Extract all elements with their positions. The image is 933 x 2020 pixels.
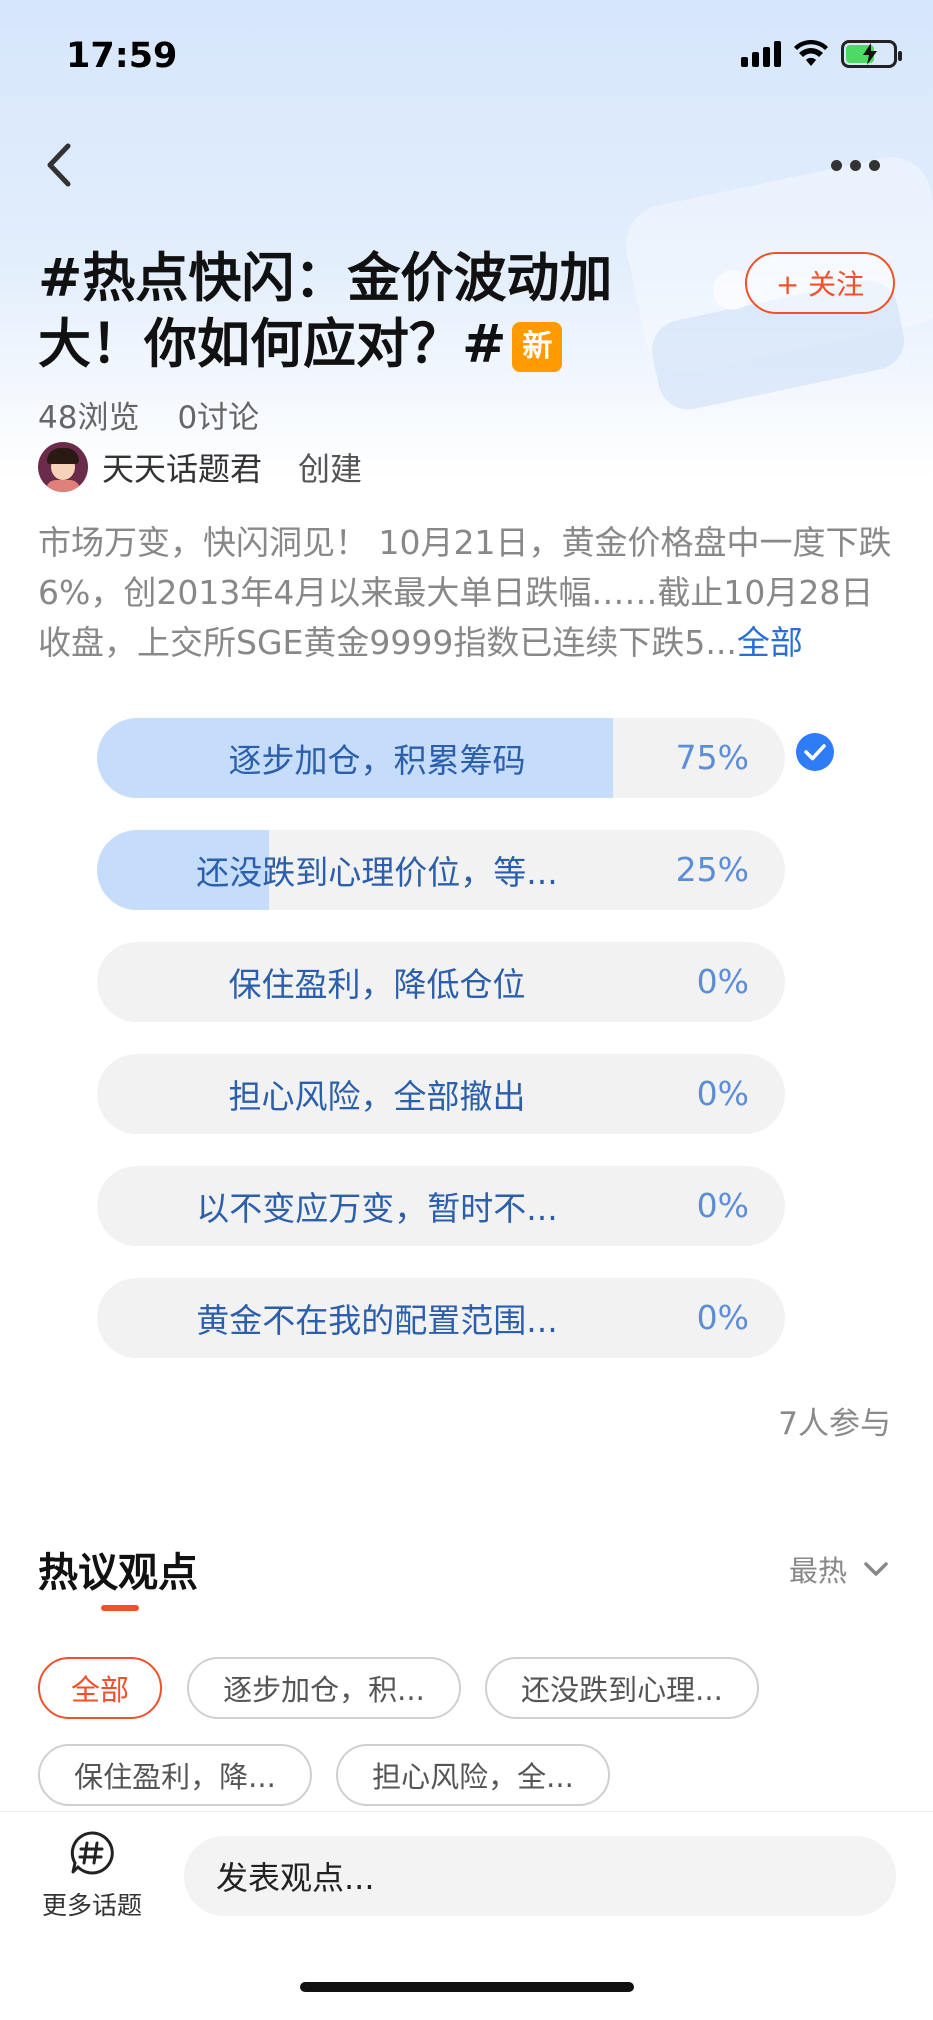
poll-option-label: 担心风险，全部撤出	[228, 1077, 526, 1116]
poll-option-label: 黄金不在我的配置范围...	[196, 1301, 558, 1340]
discussions-count: 0讨论	[177, 400, 260, 436]
chip-option[interactable]: 还没跌到心理...	[485, 1657, 759, 1719]
battery-charging-icon	[841, 40, 902, 68]
poll: 逐步加仓，积累筹码 75% 还没跌到心理价位，等... 25% 保住盈利，降低仓位 0% 担…	[97, 718, 837, 1390]
topic-description: 市场万变，快闪洞见！ 10月21日，黄金价格盘中一度下跌6%，创2013年4月以…	[38, 518, 898, 668]
back-button[interactable]	[40, 140, 80, 190]
sort-label: 最热	[788, 1554, 847, 1588]
poll-option[interactable]: 还没跌到心理价位，等... 25%	[97, 830, 785, 910]
views-count: 48浏览	[38, 400, 140, 436]
poll-option[interactable]: 以不变应万变，暂时不... 0%	[97, 1166, 785, 1246]
chip-option[interactable]: 担心风险，全...	[336, 1744, 610, 1806]
poll-option-label: 以不变应万变，暂时不...	[196, 1189, 558, 1228]
poll-option-label: 保住盈利，降低仓位	[228, 965, 526, 1004]
more-button[interactable]	[831, 150, 887, 180]
more-dots-icon	[831, 159, 842, 171]
sort-dropdown[interactable]: 最热	[789, 1548, 889, 1590]
avatar[interactable]	[38, 442, 88, 492]
comment-input[interactable]: 发表观点...	[184, 1836, 896, 1916]
section-underline	[101, 1605, 139, 1611]
section-title: 热议观点	[38, 1550, 198, 1596]
poll-option-percent: 0%	[696, 1074, 749, 1113]
poll-option-percent: 0%	[696, 1186, 749, 1225]
chip-option[interactable]: 保住盈利，降...	[38, 1744, 312, 1806]
topic-stats: 48浏览 0讨论	[38, 392, 259, 437]
signal-icon	[741, 41, 781, 67]
poll-option-percent: 0%	[696, 1298, 749, 1337]
poll-option-percent: 25%	[675, 850, 749, 889]
more-topics-button[interactable]: 更多话题	[36, 1830, 148, 1922]
creator-name[interactable]: 天天话题君	[102, 444, 262, 490]
participants-count: 7人参与	[778, 1406, 891, 1442]
new-badge: 新	[512, 322, 563, 372]
hashtag-bubble-icon	[70, 1831, 114, 1875]
poll-option[interactable]: 黄金不在我的配置范围... 0%	[97, 1278, 785, 1358]
poll-option[interactable]: 逐步加仓，积累筹码 75%	[97, 718, 785, 798]
poll-option[interactable]: 担心风险，全部撤出 0%	[97, 1054, 785, 1134]
chevron-down-icon	[864, 1562, 888, 1576]
creator-row[interactable]: 天天话题君 创建	[38, 442, 362, 492]
wifi-icon	[794, 40, 828, 66]
poll-option[interactable]: 保住盈利，降低仓位 0%	[97, 942, 785, 1022]
back-arrow-icon	[47, 143, 71, 187]
poll-option-label: 还没跌到心理价位，等...	[196, 853, 558, 892]
home-indicator	[300, 1982, 634, 1992]
creator-action: 创建	[298, 450, 363, 488]
status-icons	[741, 40, 902, 68]
more-topics-label: 更多话题	[41, 1891, 142, 1920]
poll-option-percent: 75%	[675, 738, 749, 777]
topic-title: #热点快闪：金价波动加大！你如何应对？# 新	[38, 246, 678, 378]
poll-option-percent: 0%	[696, 962, 749, 1001]
expand-description-link[interactable]: 全部	[737, 623, 803, 662]
chip-all[interactable]: 全部	[38, 1657, 162, 1719]
poll-option-label: 逐步加仓，积累筹码	[228, 741, 526, 780]
chip-option[interactable]: 逐步加仓，积...	[187, 1657, 461, 1719]
follow-button[interactable]: + 关注	[745, 252, 895, 314]
check-circle-icon	[796, 733, 834, 771]
status-time: 17:59	[66, 36, 178, 76]
